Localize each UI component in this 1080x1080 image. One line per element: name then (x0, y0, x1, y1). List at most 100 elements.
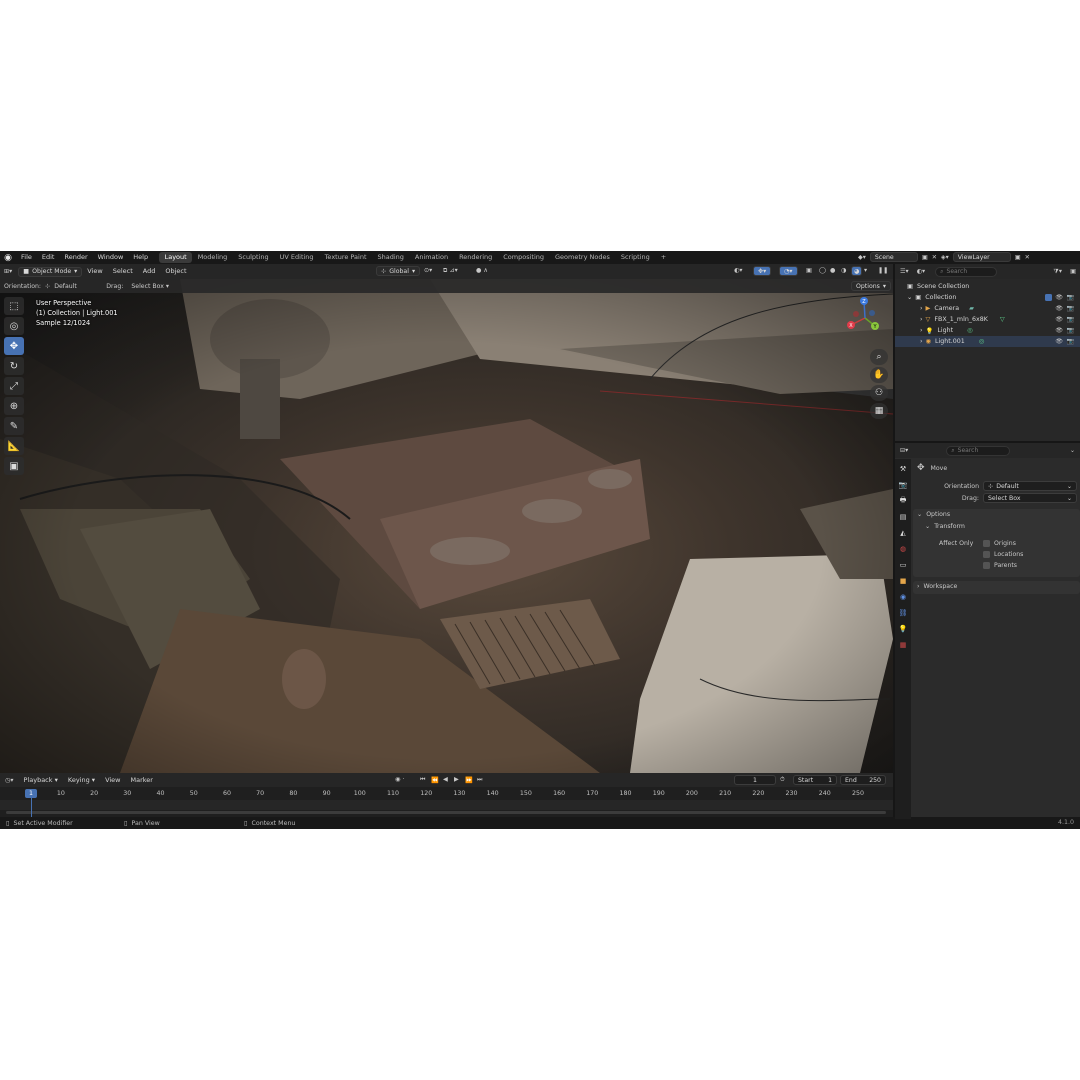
grid-toggle-icon[interactable]: ▦ (870, 403, 888, 419)
shading-rendered-icon[interactable]: ◕ (851, 266, 863, 276)
collection-hide-icon[interactable]: 👁 (1055, 294, 1063, 301)
light-001-hide-icon[interactable]: 👁 (1055, 338, 1063, 345)
add-cube-tool-icon[interactable]: ▣ (4, 457, 24, 475)
viewport-menu-object[interactable]: Object (160, 264, 191, 279)
chevron-right-icon[interactable]: › (920, 305, 923, 312)
display-mode-icon[interactable]: ◐▾ (917, 268, 926, 275)
drag-value[interactable]: Select Box (131, 283, 164, 290)
viewport-menu-view[interactable]: View (82, 264, 107, 279)
tab-layout[interactable]: Layout (159, 252, 193, 263)
outliner-search-input[interactable]: ⌕ Search (935, 266, 998, 277)
tree-row-collection[interactable]: ⌄ ▣ Collection 👁 📷 (895, 292, 1080, 303)
visibility-icon[interactable]: ◐▾ (734, 267, 743, 274)
pivot-icon[interactable]: ⊙▾ (424, 267, 432, 274)
tree-row-scene-collection[interactable]: ▣ Scene Collection (895, 281, 1080, 292)
pause-render-icon[interactable]: ❚❚ (878, 267, 888, 274)
tab-scripting[interactable]: Scripting (615, 252, 655, 263)
physics-tab-icon[interactable]: ◉ (897, 591, 909, 603)
affect-parents-row[interactable]: Parents (983, 562, 1017, 569)
shading-solid-icon[interactable]: ● (830, 267, 835, 274)
scene-selector[interactable]: Scene (869, 252, 918, 262)
affect-locations-row[interactable]: Locations (983, 551, 1023, 558)
light-data-icon[interactable]: ◎ (979, 338, 985, 345)
mesh-data-icon[interactable]: ▽ (1000, 316, 1005, 323)
options-panel-header[interactable]: ⌄ Options (917, 511, 950, 518)
transform-orientation-selector[interactable]: ⊹ Global ▾ (376, 266, 421, 276)
tab-rendering[interactable]: Rendering (454, 252, 498, 263)
timeline-menu-keying[interactable]: Keying ▾ (63, 774, 100, 787)
drag-prop-dropdown[interactable]: Select Box ⌄ (983, 493, 1077, 503)
editor-type-icon[interactable]: ⊞▾ (0, 268, 16, 275)
collection-tab-icon[interactable]: ▭ (897, 559, 909, 571)
tab-texture-paint[interactable]: Texture Paint (319, 252, 372, 263)
world-tab-icon[interactable]: ◍ (897, 543, 909, 555)
texture-tab-icon[interactable]: ▦ (897, 639, 909, 651)
stopwatch-icon[interactable]: ⏱ (780, 776, 785, 784)
timeline-ruler[interactable]: 1 10 20 30 40 50 60 70 80 90 100 110 120 130 140 150 160… (0, 787, 893, 817)
xray-icon[interactable]: ▣ (806, 267, 812, 274)
chevron-down-icon[interactable]: ⌄ (907, 294, 912, 301)
properties-editor-icon[interactable]: ⊟▾ (900, 447, 908, 454)
timeline-editor-icon[interactable]: ◷▾ (0, 777, 19, 784)
menu-file[interactable]: File (16, 251, 37, 264)
select-box-tool-icon[interactable]: ⬚ (4, 297, 24, 315)
blender-logo-icon[interactable]: ◉ (0, 251, 16, 264)
workspace-panel[interactable]: › Workspace (913, 581, 1080, 594)
light-001-render-icon[interactable]: 📷 (1067, 338, 1074, 345)
orientation-prop-dropdown[interactable]: ⊹ Default ⌄ (983, 481, 1077, 491)
new-collection-icon[interactable]: ▣ (1070, 268, 1076, 275)
end-frame-field[interactable]: End 250 (840, 775, 886, 785)
viewlayer-icon[interactable]: ◈▾ (941, 254, 949, 261)
mesh-hide-icon[interactable]: 👁 (1055, 316, 1063, 323)
current-frame-marker[interactable]: 1 (25, 789, 37, 798)
scale-tool-icon[interactable]: ⤢ (4, 377, 24, 395)
snap-icon[interactable]: ⧉ ⊿▾ (443, 267, 458, 275)
constraints-tab-icon[interactable]: ⛓ (897, 607, 909, 619)
viewport-menu-select[interactable]: Select (108, 264, 138, 279)
menu-window[interactable]: Window (93, 251, 129, 264)
view-layer-tab-icon[interactable]: ▤ (897, 511, 909, 523)
move-tool-icon[interactable]: ✥ (4, 337, 24, 355)
collection-render-icon[interactable]: 📷 (1067, 294, 1074, 301)
chevron-right-icon[interactable]: › (920, 338, 923, 345)
origins-checkbox[interactable] (983, 540, 990, 547)
locations-checkbox[interactable] (983, 551, 990, 558)
camera-view-icon[interactable]: ⚇ (870, 385, 888, 401)
scene-remove-icon[interactable]: ✕ (932, 254, 937, 261)
tab-shading[interactable]: Shading (372, 252, 409, 263)
orientation-value[interactable]: Default (54, 283, 106, 290)
affect-origins-row[interactable]: Origins (983, 540, 1016, 547)
shading-options-icon[interactable]: ▾ (864, 267, 867, 274)
shading-material-icon[interactable]: ◑ (841, 267, 846, 274)
timeline-menu-marker[interactable]: Marker (126, 774, 158, 787)
scene-copy-icon[interactable]: ▣ (922, 254, 928, 261)
tab-modeling[interactable]: Modeling (192, 252, 233, 263)
menu-edit[interactable]: Edit (37, 251, 60, 264)
chevron-right-icon[interactable]: › (920, 316, 923, 323)
object-mode-selector[interactable]: ■ Object Mode ▾ (18, 266, 83, 277)
output-tab-icon[interactable]: 🖶 (897, 495, 909, 507)
jump-end-icon[interactable]: ⏭ (477, 776, 483, 784)
viewlayer-copy-icon[interactable]: ▣ (1015, 254, 1021, 261)
tab-sculpting[interactable]: Sculpting (233, 252, 274, 263)
tree-row-light-001[interactable]: › ◉ Light.001 ◎ 👁 📷 (895, 336, 1080, 347)
tab-geometry-nodes[interactable]: Geometry Nodes (550, 252, 616, 263)
properties-search-input[interactable]: ⌕ Search (946, 445, 1011, 456)
camera-render-icon[interactable]: 📷 (1067, 305, 1074, 312)
options-dropdown[interactable]: Options ▾ (851, 281, 891, 291)
collection-exclude-checkbox[interactable] (1045, 294, 1052, 301)
tree-row-fbx-mesh[interactable]: › ▽ FBX_1_mln_6x8K ▽ 👁 📷 (895, 314, 1080, 325)
timeline-menu-view[interactable]: View (100, 774, 125, 787)
viewport-menu-add[interactable]: Add (138, 264, 161, 279)
jump-start-icon[interactable]: ⏮ (420, 776, 426, 784)
viewlayer-remove-icon[interactable]: ✕ (1025, 254, 1030, 261)
render-tab-icon[interactable]: 📷 (897, 479, 909, 491)
play-icon[interactable]: ▶ (454, 776, 459, 783)
gizmo-toggle-icon[interactable]: ✥▾ (753, 266, 772, 276)
transform-tool-icon[interactable]: ⊕ (4, 397, 24, 415)
navigation-gizmo[interactable]: X Y Z (842, 295, 888, 341)
pan-hand-icon[interactable]: ✋ (870, 367, 888, 383)
current-frame-field[interactable]: 1 (734, 775, 776, 785)
viewlayer-selector[interactable]: ViewLayer (952, 252, 1011, 262)
data-tab-icon[interactable]: 💡 (897, 623, 909, 635)
